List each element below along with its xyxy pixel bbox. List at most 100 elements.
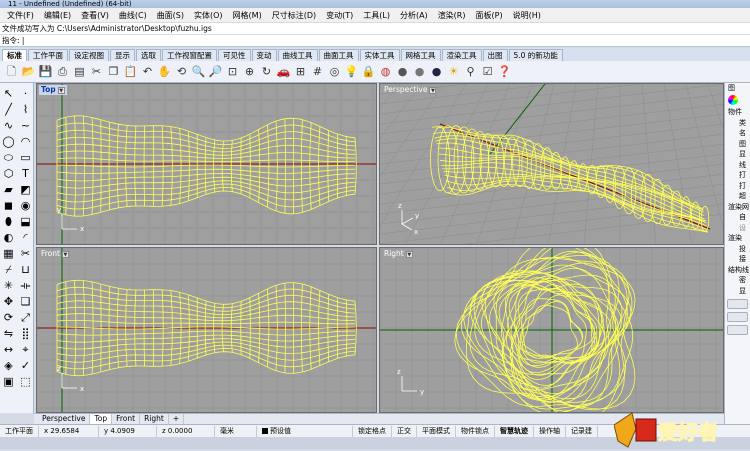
polyline-icon[interactable]: ⌇ [18,102,33,117]
point-icon[interactable]: · [18,86,33,101]
light-icon[interactable]: 💡 [344,64,359,79]
print-icon[interactable]: ⎙ [55,64,70,79]
layout-icon[interactable]: ▣ [1,374,16,389]
surface-icon[interactable]: ▰ [1,182,16,197]
menu-help[interactable]: 说明(H) [508,10,546,21]
menu-panels[interactable]: 面板(P) [471,10,508,21]
freeform-curve-icon[interactable]: ~ [18,118,33,133]
options-icon[interactable]: ☑ [480,64,495,79]
tab-set-view[interactable]: 设定视图 [69,49,109,61]
scale-icon[interactable]: ⤢ [18,310,33,325]
toggle-gumball[interactable]: 操作轴 [534,425,566,437]
rotate-tool-icon[interactable]: ⟳ [1,310,16,325]
tab-render-tools[interactable]: 渲染工具 [441,49,482,61]
panel-row[interactable]: 超 [725,191,750,202]
toggle-planar[interactable]: 平面模式 [417,425,456,437]
menu-file[interactable]: 文件(F) [2,10,39,21]
tab-mesh-tools[interactable]: 网格工具 [400,49,441,61]
cplane-icon[interactable]: ⊞ [293,64,308,79]
menu-analyze[interactable]: 分析(A) [395,10,433,21]
check-icon[interactable]: ✓ [18,358,33,373]
trim-icon[interactable]: ✂ [18,246,33,261]
panel-row[interactable]: 投 [725,244,750,255]
mesh-icon[interactable]: ▦ [1,246,16,261]
panel-row[interactable]: 图 [725,139,750,150]
viewport-perspective[interactable]: Perspective ▼ z y x [379,83,724,245]
panel-row[interactable]: 打 [725,170,750,181]
line-icon[interactable]: ╱ [1,102,16,117]
osnap-icon[interactable]: ◎ [327,64,342,79]
panel-row[interactable]: 类 [725,118,750,129]
panel-header[interactable]: 图 [725,83,750,93]
mirror-icon[interactable]: ⇋ [1,326,16,341]
panel-row[interactable]: 名 [725,128,750,139]
render-sphere-icon[interactable]: ● [395,64,410,79]
filter-icon[interactable]: ⚲ [463,64,478,79]
toggle-grid-snap[interactable]: 锁定格点 [353,425,392,437]
tab-standard[interactable]: 标准 [2,49,27,61]
select-arrow-icon[interactable]: ↖ [1,86,16,101]
pan-icon[interactable]: ✋ [157,64,172,79]
panel-row[interactable]: 打 [725,181,750,192]
menu-view[interactable]: 查看(V) [76,10,114,21]
vtab-top[interactable]: Top [90,414,113,424]
viewport-front[interactable]: Front ▼ x z [36,247,377,413]
menu-transform[interactable]: 变动(T) [321,10,358,21]
lock-icon[interactable]: 🔒 [361,64,376,79]
material-sphere-icon[interactable]: ● [412,64,427,79]
viewport-top-title[interactable]: Top ▼ [39,85,67,95]
help-icon[interactable]: ❓ [497,64,512,79]
arc-icon[interactable]: ◠ [18,134,33,149]
offset-icon[interactable]: ⟛ [18,278,33,293]
tab-curve-tools[interactable]: 曲线工具 [277,49,318,61]
menu-render[interactable]: 渲染(R) [433,10,471,21]
rectangle-icon[interactable]: ▭ [18,150,33,165]
env-sphere-icon[interactable]: ● [429,64,444,79]
save-icon[interactable]: 💾 [38,64,53,79]
viewport-right[interactable]: Right ▼ y z [379,247,724,413]
surface-edge-icon[interactable]: ◩ [18,182,33,197]
chevron-down-icon[interactable]: ▼ [61,250,69,258]
tab-surface-tools[interactable]: 曲面工具 [318,49,359,61]
copy-tool-icon[interactable]: ❏ [18,294,33,309]
circle-icon[interactable]: ◯ [1,134,16,149]
tab-transform[interactable]: 变动 [251,49,277,61]
vtab-right[interactable]: Right [140,414,169,424]
undo-icon[interactable]: ↶ [140,64,155,79]
toggle-smarttrack[interactable]: 智慧轨迹 [495,425,534,437]
viewport-right-title[interactable]: Right ▼ [382,249,415,259]
menu-surface[interactable]: 曲面(S) [152,10,189,21]
split-icon[interactable]: ⌿ [1,262,16,277]
status-layer[interactable]: 预设值 [257,425,353,437]
array-icon[interactable]: ⣿ [18,326,33,341]
menu-dimension[interactable]: 尺寸标注(D) [267,10,321,21]
viewport-top[interactable]: Top ▼ x y [36,83,377,245]
zoom-window-icon[interactable]: 🔎 [208,64,223,79]
panel-row[interactable]: 接 [725,254,750,265]
cut-icon[interactable]: ✂ [89,64,104,79]
ellipse-icon[interactable]: ⬭ [1,150,16,165]
join-icon[interactable]: ⊔ [18,262,33,277]
panel-row[interactable]: 显 [725,286,750,297]
chevron-down-icon[interactable]: ▼ [405,250,413,258]
color-wheel-icon[interactable] [728,95,738,105]
zoom-icon[interactable]: 🔍 [191,64,206,79]
menu-edit[interactable]: 编辑(E) [39,10,76,21]
tab-cplanes[interactable]: 工作平面 [28,49,68,61]
panel-button[interactable] [727,312,748,322]
toggle-osnap[interactable]: 物件锁点 [456,425,495,437]
sphere-icon[interactable]: ◉ [18,198,33,213]
cylinder-icon[interactable]: ⬮ [1,214,16,229]
vtab-front[interactable]: Front [112,414,141,424]
car-icon[interactable]: 🚗 [276,64,291,79]
polygon-icon[interactable]: ⬡ [1,166,16,181]
new-icon[interactable]: 🗋 [4,64,19,79]
viewport-front-title[interactable]: Front ▼ [39,249,71,259]
move-icon[interactable]: ✥ [1,294,16,309]
toggle-ortho[interactable]: 正交 [392,425,417,437]
snapshot-icon[interactable]: ⬚ [18,374,33,389]
status-cplane[interactable]: 工作平面 [0,425,39,437]
panel-row[interactable]: 密 [725,275,750,286]
rotate-icon[interactable]: ↻ [259,64,274,79]
tab-new-in-v5[interactable]: 5.0 的新功能 [508,49,563,61]
